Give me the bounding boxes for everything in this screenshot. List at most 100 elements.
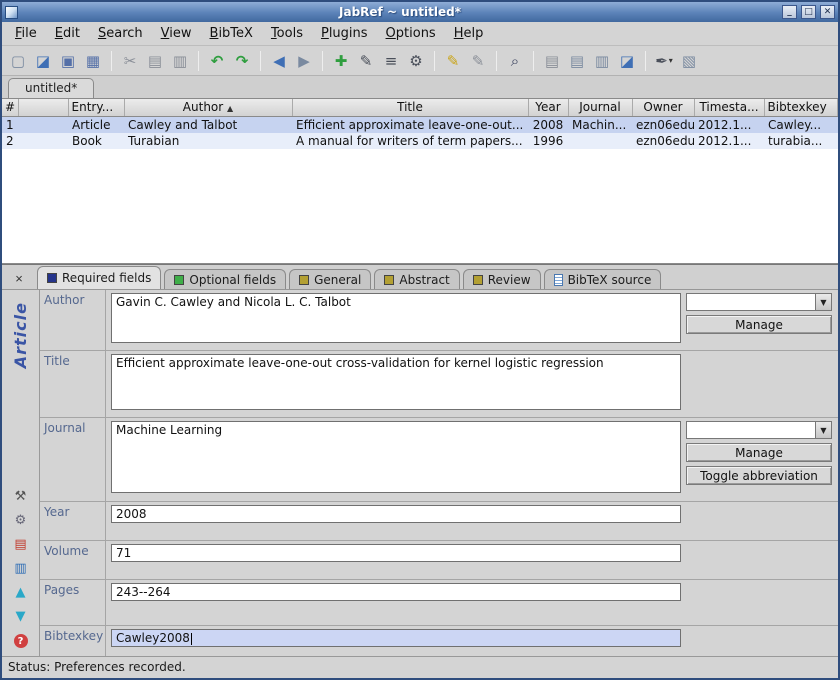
push-to-emacs-icon[interactable]: ▥: [590, 49, 614, 73]
journal-names-combo[interactable]: ▼: [686, 421, 832, 439]
toggle-abbreviation-button[interactable]: Toggle abbreviation: [686, 466, 832, 485]
tab-bibtex-source[interactable]: BibTeX source: [544, 269, 662, 289]
copy-icon[interactable]: ▤: [143, 49, 167, 73]
manage-button[interactable]: Manage: [686, 315, 832, 334]
bibtexkey-controls: [686, 626, 838, 656]
header-author-label: Author: [183, 100, 223, 114]
tab-review[interactable]: Review: [463, 269, 541, 289]
manage-button[interactable]: Manage: [686, 443, 832, 462]
menu-search[interactable]: Search: [89, 23, 152, 44]
cell-owner: ezn06edu: [632, 116, 694, 133]
pages-value: 243--264: [116, 585, 170, 599]
maximize-button[interactable]: □: [801, 5, 816, 19]
menu-edit[interactable]: Edit: [46, 23, 89, 44]
header-cell-entrytype[interactable]: Entry...: [68, 99, 124, 116]
push-to-lyx-icon[interactable]: ▤: [565, 49, 589, 73]
titlebar[interactable]: JabRef ~ untitled* _ □ ✕: [2, 2, 838, 22]
toolbar: ▢ ◪ ▣ ▦ ✂ ▤ ▥ ↶ ↷ ◀ ▶ ✚ ✎ ≡ ⚙ ✎ ✎ ⌕ ▤ ▤ …: [2, 46, 838, 76]
sort-ascending-icon: ▲: [227, 104, 233, 113]
tab-optional-fields[interactable]: Optional fields: [164, 269, 286, 289]
undo-icon[interactable]: ↶: [205, 49, 229, 73]
tab-label: Abstract: [399, 273, 449, 287]
author-controls: ▼ Manage: [686, 290, 838, 350]
close-entry-editor-button[interactable]: ×: [10, 269, 28, 287]
save-all-icon[interactable]: ▦: [81, 49, 105, 73]
cell-timestamp: 2012.1...: [694, 116, 764, 133]
open-file-icon[interactable]: ◪: [615, 49, 639, 73]
back-icon[interactable]: ◀: [267, 49, 291, 73]
header-cell-author[interactable]: Author ▲: [124, 99, 292, 116]
database-tab-untitled[interactable]: untitled*: [8, 78, 94, 98]
cell-journal: [568, 133, 632, 149]
tab-required-fields[interactable]: Required fields: [37, 266, 161, 289]
author-names-combo[interactable]: ▼: [686, 293, 832, 311]
author-input[interactable]: Gavin C. Cawley and Nicola L. C. Talbot: [111, 293, 681, 343]
menu-options[interactable]: Options: [377, 23, 445, 44]
menu-bibtex[interactable]: BibTeX: [201, 23, 262, 44]
toolbar-separator: [322, 51, 323, 71]
header-cell-year[interactable]: Year: [528, 99, 568, 116]
unmark-entries-icon[interactable]: ✎: [466, 49, 490, 73]
open-url-icon[interactable]: ▥: [14, 562, 26, 575]
header-cell-timestamp[interactable]: Timesta...: [694, 99, 764, 116]
combo-selected-value: [687, 294, 815, 310]
save-database-icon[interactable]: ▣: [56, 49, 80, 73]
year-input[interactable]: 2008: [111, 505, 681, 523]
menu-tools[interactable]: Tools: [262, 23, 312, 44]
open-pdf-icon[interactable]: ▤: [14, 538, 26, 551]
title-input[interactable]: Efficient approximate leave-one-out cros…: [111, 354, 681, 410]
header-cell-title[interactable]: Title: [292, 99, 528, 116]
tab-abstract[interactable]: Abstract: [374, 269, 459, 289]
status-bar: Status: Preferences recorded.: [2, 656, 838, 678]
jabref-app-icon: [5, 6, 18, 19]
autoset-links-icon[interactable]: ⚙: [15, 514, 27, 527]
help-icon[interactable]: ?: [14, 634, 28, 648]
entry-table-container[interactable]: # Entry... Author ▲ Title Year Journal O…: [2, 99, 838, 264]
header-cell-owner[interactable]: Owner: [632, 99, 694, 116]
jabref-window: JabRef ~ untitled* _ □ ✕ File Edit Searc…: [0, 0, 840, 680]
cleanup-entries-icon[interactable]: ▧: [677, 49, 701, 73]
menu-view[interactable]: View: [152, 23, 201, 44]
open-database-icon[interactable]: ◪: [31, 49, 55, 73]
edit-strings-icon[interactable]: ≡: [379, 49, 403, 73]
database-tabstrip: untitled*: [2, 76, 838, 99]
edit-entry-icon[interactable]: ✎: [354, 49, 378, 73]
copy-key-icon[interactable]: ▤: [540, 49, 564, 73]
pages-input[interactable]: 243--264: [111, 583, 681, 601]
edit-preamble-icon[interactable]: ⚙: [404, 49, 428, 73]
previous-entry-icon[interactable]: ▲: [16, 586, 26, 599]
new-entry-icon[interactable]: ✚: [329, 49, 353, 73]
required-fields-panel: Author Gavin C. Cawley and Nicola L. C. …: [40, 290, 838, 656]
tab-general[interactable]: General: [289, 269, 371, 289]
menu-plugins[interactable]: Plugins: [312, 23, 377, 44]
header-cell-number[interactable]: #: [2, 99, 18, 116]
mark-entries-icon[interactable]: ✎: [441, 49, 465, 73]
menu-help[interactable]: Help: [445, 23, 493, 44]
close-button[interactable]: ✕: [820, 5, 835, 19]
search-icon[interactable]: ⌕: [503, 49, 527, 73]
new-database-icon[interactable]: ▢: [6, 49, 30, 73]
tab-label: Required fields: [62, 271, 151, 285]
table-row[interactable]: 1 Article Cawley and Talbot Efficient ap…: [2, 116, 838, 133]
cut-icon[interactable]: ✂: [118, 49, 142, 73]
header-cell-rank[interactable]: [18, 99, 68, 116]
header-cell-journal[interactable]: Journal: [568, 99, 632, 116]
forward-icon[interactable]: ▶: [292, 49, 316, 73]
cell-year: 1996: [528, 133, 568, 149]
entry-editor-tabbar: × Required fields Optional fields Genera…: [2, 265, 838, 290]
minimize-button[interactable]: _: [782, 5, 797, 19]
journal-input[interactable]: Machine Learning: [111, 421, 681, 493]
autogenerate-keys-icon[interactable]: ✒▾: [652, 49, 676, 73]
field-label-year: Year: [40, 502, 106, 540]
header-cell-bibtexkey[interactable]: Bibtexkey: [764, 99, 838, 116]
volume-input[interactable]: 71: [111, 544, 681, 562]
next-entry-icon[interactable]: ▼: [16, 610, 26, 623]
redo-icon[interactable]: ↷: [230, 49, 254, 73]
window-title: JabRef ~ untitled*: [22, 5, 778, 19]
bibtexkey-input[interactable]: Cawley2008: [111, 629, 681, 647]
generate-key-icon[interactable]: ⚒: [15, 490, 27, 503]
menu-file[interactable]: File: [6, 23, 46, 44]
year-input-area: 2008: [106, 502, 686, 540]
paste-icon[interactable]: ▥: [168, 49, 192, 73]
table-row[interactable]: 2 Book Turabian A manual for writers of …: [2, 133, 838, 149]
